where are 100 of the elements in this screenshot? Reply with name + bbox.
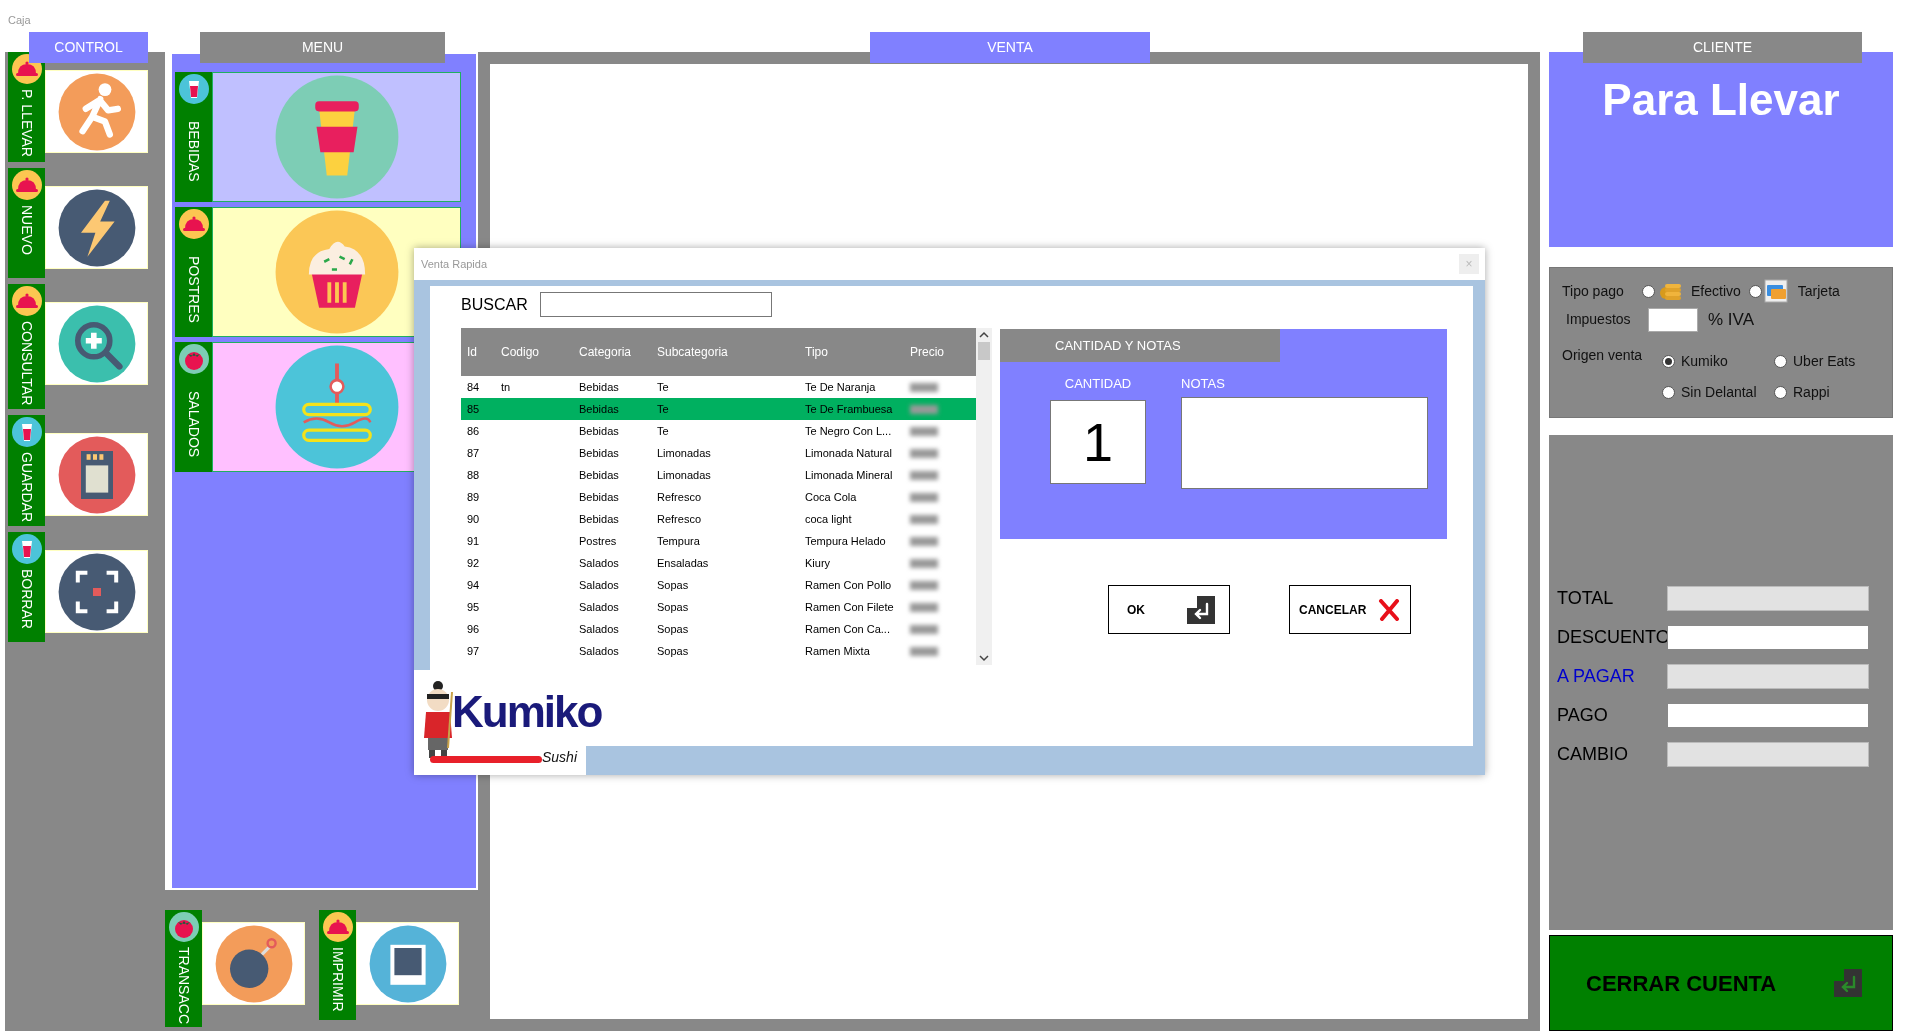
table-cell: 89: [467, 490, 480, 503]
column-header[interactable]: Id: [461, 328, 495, 376]
table-cell: Bebidas: [579, 446, 619, 459]
table-cell: Salados: [579, 556, 619, 569]
tile-button[interactable]: [45, 70, 148, 153]
table-cell: Refresco: [657, 512, 702, 525]
table-row[interactable]: 86 Bebidas Te Te Negro Con L...: [461, 420, 976, 442]
table-row[interactable]: 90 Bebidas Refresco coca light: [461, 508, 976, 530]
section-header: VENTA: [870, 32, 1150, 63]
side-tab[interactable]: BORRAR: [8, 532, 45, 643]
blurred-price: [910, 471, 938, 481]
table-cell: Refresco: [657, 490, 702, 503]
table-cell: Te: [657, 424, 669, 437]
table-cell: Limonadas: [657, 446, 711, 459]
table-cell: Ensaladas: [657, 556, 709, 569]
table-row[interactable]: 92 Salados Ensaladas Kiury: [461, 552, 976, 574]
side-tab[interactable]: POSTRES: [175, 207, 212, 337]
ok-button[interactable]: OK: [1108, 585, 1230, 634]
table-row[interactable]: 88 Bebidas Limonadas Limonada Mineral: [461, 464, 976, 486]
side-tab[interactable]: GUARDAR: [8, 415, 45, 527]
table-row[interactable]: 85 Bebidas Te Te De Frambuesa: [461, 398, 976, 420]
window-title: Caja: [8, 14, 31, 26]
blurred-price: [910, 559, 938, 569]
side-tab[interactable]: TRANSACC: [165, 910, 202, 1027]
table-cell: 91: [467, 534, 480, 547]
cancel-button[interactable]: CANCELAR: [1289, 585, 1411, 634]
column-header[interactable]: Codigo: [495, 328, 573, 376]
side-tab[interactable]: BEBIDAS: [175, 72, 212, 202]
table-row[interactable]: 97 Salados Sopas Ramen Mixta: [461, 640, 976, 662]
tile-button[interactable]: [202, 922, 305, 1005]
field-label: Origen venta: [1562, 345, 1644, 365]
enter-icon: [1834, 969, 1862, 997]
table-row[interactable]: 87 Bebidas Limonadas Limonada Natural: [461, 442, 976, 464]
table-row[interactable]: 91 Postres Tempura Tempura Helado: [461, 530, 976, 552]
cloche-icon: [11, 54, 42, 84]
scrollbar-thumb[interactable]: [978, 342, 990, 360]
table-row[interactable]: 84 tn Bebidas Te Te De Naranja: [461, 376, 976, 398]
blurred-price: [910, 581, 938, 591]
table-cell: 85: [467, 402, 480, 415]
table-cell: 92: [467, 556, 480, 569]
tile-button[interactable]: [45, 186, 148, 269]
side-tab[interactable]: CONSULTAR: [8, 284, 45, 410]
column-header[interactable]: Tipo: [799, 328, 904, 376]
radio-button[interactable]: [1662, 385, 1675, 399]
search-field[interactable]: [540, 292, 772, 317]
table-cell: 90: [467, 512, 480, 525]
tax-field[interactable]: [1648, 307, 1698, 332]
table-cell: Limonada Mineral: [805, 468, 893, 481]
table-cell: Sopas: [657, 622, 689, 635]
table-cell: Ramen Con Pollo: [805, 578, 892, 591]
column-header[interactable]: Subcategoria: [651, 328, 799, 376]
table-cell: Ramen Con Filete: [805, 600, 894, 613]
radio-button[interactable]: [1748, 284, 1762, 298]
zoom-in-icon: [56, 303, 137, 384]
side-tab[interactable]: NUEVO: [8, 168, 45, 278]
blurred-price: [910, 537, 938, 547]
table-cell: 96: [467, 622, 480, 635]
tax-unit: % IVA: [1708, 309, 1754, 331]
column-header[interactable]: Categoria: [573, 328, 651, 376]
table-cell: Ramen Mixta: [805, 644, 870, 657]
table-cell: Te De Naranja: [805, 380, 876, 393]
table-cell: Sopas: [657, 578, 689, 591]
tile-button[interactable]: [45, 302, 148, 385]
blurred-price: [910, 625, 938, 635]
side-tab[interactable]: IMPRIMIR: [319, 910, 356, 1020]
table-cell: Coca Cola: [805, 490, 857, 503]
amount-field[interactable]: [1667, 703, 1869, 728]
quantity-field[interactable]: 1: [1050, 399, 1146, 484]
table-cell: coca light: [805, 512, 852, 525]
blurred-price: [910, 383, 938, 393]
side-tab[interactable]: SALADOS: [175, 342, 212, 472]
tile-button[interactable]: [356, 922, 459, 1005]
close-account-button[interactable]: CERRAR CUENTA: [1549, 935, 1893, 1031]
column-header[interactable]: Precio: [904, 328, 976, 376]
table-cell: Salados: [579, 578, 619, 591]
table-cell: Sopas: [657, 644, 689, 657]
tile-button[interactable]: [45, 433, 148, 517]
bomb-icon: [213, 923, 294, 1004]
radio-button[interactable]: [1774, 385, 1787, 399]
radio-button[interactable]: [1642, 284, 1655, 298]
notes-field[interactable]: [1181, 396, 1428, 489]
table-cell: Tempura: [657, 534, 700, 547]
table-row[interactable]: 95 Salados Sopas Ramen Con Filete: [461, 596, 976, 618]
amount-field[interactable]: [1667, 625, 1869, 650]
table-cell: Bebidas: [579, 512, 619, 525]
field-label: Tipo pago: [1562, 281, 1625, 301]
tile-button[interactable]: [45, 550, 148, 634]
table-row[interactable]: 94 Salados Sopas Ramen Con Pollo: [461, 574, 976, 596]
table-cell: Salados: [579, 644, 619, 657]
menu-tile[interactable]: [212, 72, 461, 202]
total-label: CAMBIO: [1557, 743, 1629, 766]
radio-button[interactable]: [1774, 354, 1787, 368]
table-row[interactable]: 89 Bebidas Refresco Coca Cola: [461, 486, 976, 508]
table-cell: Bebidas: [579, 402, 619, 415]
focus-frame-icon: [56, 551, 137, 632]
side-tab[interactable]: P. LLEVAR: [8, 52, 45, 162]
section-header: CONTROL: [29, 32, 148, 63]
table-row[interactable]: 96 Salados Sopas Ramen Con Ca...: [461, 618, 976, 640]
option-label: Sin Delantal: [1681, 382, 1757, 402]
radio-button[interactable]: [1662, 354, 1675, 368]
